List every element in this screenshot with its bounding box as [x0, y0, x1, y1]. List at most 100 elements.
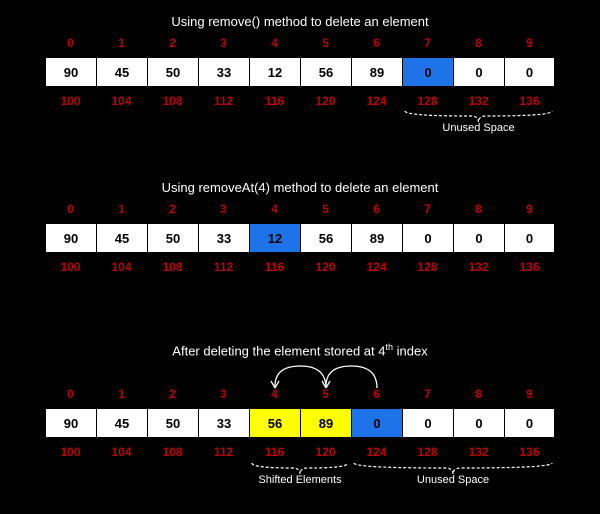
memory-address: 124	[351, 93, 402, 109]
memory-address: 120	[300, 444, 351, 460]
array-index: 0	[45, 386, 96, 402]
memory-address: 108	[147, 93, 198, 109]
array-cell: 89	[300, 408, 351, 438]
brace-label: Unused Space	[351, 474, 555, 486]
memory-address: 112	[198, 259, 249, 275]
array-index: 0	[45, 35, 96, 51]
array-index: 1	[96, 201, 147, 217]
array-index: 2	[147, 35, 198, 51]
array-cell: 0	[453, 223, 504, 253]
brace-label: Unused Space	[402, 122, 555, 134]
memory-address: 120	[300, 93, 351, 109]
array-cell: 33	[198, 408, 249, 438]
array-index: 9	[504, 201, 555, 217]
memory-address: 132	[453, 93, 504, 109]
brace-annotation: Unused Space	[402, 109, 555, 134]
array-cell: 50	[147, 223, 198, 253]
array-cell: 0	[504, 57, 555, 87]
array-cell: 56	[300, 57, 351, 87]
array-cell: 45	[96, 223, 147, 253]
memory-address: 136	[504, 93, 555, 109]
array-cell: 50	[147, 408, 198, 438]
array-cell: 0	[402, 408, 453, 438]
array-index: 9	[504, 386, 555, 402]
memory-address: 104	[96, 93, 147, 109]
array-index: 4	[249, 386, 300, 402]
array-index: 2	[147, 201, 198, 217]
memory-address: 120	[300, 259, 351, 275]
memory-address: 112	[198, 93, 249, 109]
array-cell: 45	[96, 408, 147, 438]
array-index: 2	[147, 386, 198, 402]
array-cell: 0	[402, 57, 453, 87]
memory-address: 124	[351, 444, 402, 460]
brace-annotation: Shifted Elements	[249, 461, 351, 486]
memory-address: 132	[453, 259, 504, 275]
diagram-title: After deleting the element stored at 4th…	[0, 342, 600, 358]
array-cell: 0	[351, 408, 402, 438]
memory-address: 116	[249, 444, 300, 460]
array-index: 4	[249, 35, 300, 51]
array-index: 3	[198, 201, 249, 217]
array-cell: 56	[300, 223, 351, 253]
memory-address: 100	[45, 259, 96, 275]
array-cell: 0	[402, 223, 453, 253]
brace-annotation: Unused Space	[351, 461, 555, 486]
array-cell: 12	[249, 57, 300, 87]
memory-address: 100	[45, 93, 96, 109]
array-index: 7	[402, 386, 453, 402]
array-cell: 90	[45, 57, 96, 87]
memory-address: 112	[198, 444, 249, 460]
array-diagram-0: Using remove() method to delete an eleme…	[0, 14, 600, 109]
memory-address: 104	[96, 259, 147, 275]
array-index: 3	[198, 386, 249, 402]
memory-address: 124	[351, 259, 402, 275]
memory-address: 116	[249, 259, 300, 275]
memory-address: 128	[402, 259, 453, 275]
array-cell: 0	[504, 223, 555, 253]
memory-address: 128	[402, 444, 453, 460]
array-index: 4	[249, 201, 300, 217]
array-cell: 33	[198, 57, 249, 87]
memory-address: 128	[402, 93, 453, 109]
array-cell: 33	[198, 223, 249, 253]
array-cell: 90	[45, 223, 96, 253]
diagram-title: Using removeAt(4) method to delete an el…	[0, 180, 600, 195]
array-index: 7	[402, 35, 453, 51]
array-index: 9	[504, 35, 555, 51]
memory-address: 100	[45, 444, 96, 460]
array-index: 8	[453, 386, 504, 402]
array-cell: 89	[351, 223, 402, 253]
array-index: 0	[45, 201, 96, 217]
array-index: 8	[453, 35, 504, 51]
array-index: 5	[300, 35, 351, 51]
array-index: 1	[96, 386, 147, 402]
diagram-title: Using remove() method to delete an eleme…	[0, 14, 600, 29]
array-index: 1	[96, 35, 147, 51]
memory-address: 108	[147, 444, 198, 460]
array-index: 7	[402, 201, 453, 217]
array-cell: 0	[453, 57, 504, 87]
memory-address: 116	[249, 93, 300, 109]
array-index: 8	[453, 201, 504, 217]
memory-address: 104	[96, 444, 147, 460]
array-diagram-2: After deleting the element stored at 4th…	[0, 342, 600, 460]
brace-label: Shifted Elements	[249, 474, 351, 486]
memory-address: 136	[504, 444, 555, 460]
array-cell: 0	[504, 408, 555, 438]
array-index: 6	[351, 201, 402, 217]
array-cell: 56	[249, 408, 300, 438]
array-index: 6	[351, 386, 402, 402]
array-diagram-1: Using removeAt(4) method to delete an el…	[0, 180, 600, 275]
array-index: 6	[351, 35, 402, 51]
array-index: 3	[198, 35, 249, 51]
array-index: 5	[300, 201, 351, 217]
memory-address: 136	[504, 259, 555, 275]
array-cell: 45	[96, 57, 147, 87]
memory-address: 108	[147, 259, 198, 275]
array-cell: 12	[249, 223, 300, 253]
array-cell: 89	[351, 57, 402, 87]
array-cell: 50	[147, 57, 198, 87]
array-cell: 90	[45, 408, 96, 438]
array-cell: 0	[453, 408, 504, 438]
